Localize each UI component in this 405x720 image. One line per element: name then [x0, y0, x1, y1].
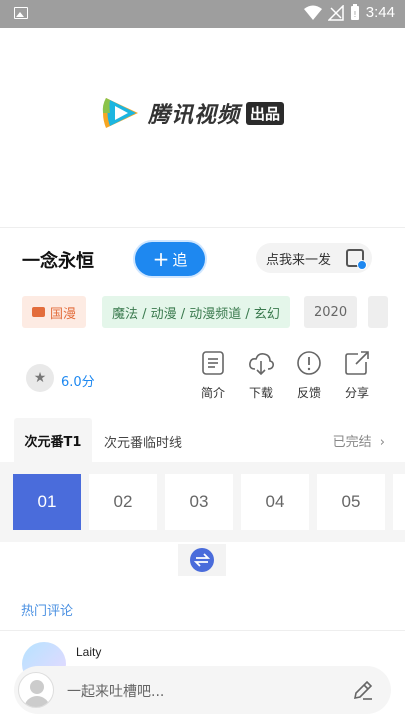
battery-icon: !: [350, 4, 359, 20]
tag-genres-label: 魔法 / 动漫 / 动漫频道 / 玄幻: [112, 306, 280, 322]
tencent-video-logo: 腾讯视频 出品: [100, 95, 285, 131]
comment-prompt-button[interactable]: 点我来一发: [256, 243, 372, 273]
tv-icon: [32, 307, 45, 317]
follow-button[interactable]: + 追: [135, 242, 205, 276]
episode-item[interactable]: 05: [317, 474, 385, 530]
intro-button[interactable]: 简介: [189, 350, 237, 401]
download-icon: [249, 353, 274, 376]
episode-item[interactable]: 02: [89, 474, 157, 530]
episode-item[interactable]: 03: [165, 474, 233, 530]
hot-comments-title: 热门评论: [21, 604, 74, 619]
show-title: 一念永恒: [22, 251, 94, 272]
divider: [0, 630, 405, 631]
source-tabs: 次元番T1 次元番临时线 已完结 ›: [0, 418, 405, 462]
image-notification-icon: [14, 7, 28, 19]
reverse-order-button[interactable]: [178, 544, 226, 576]
feedback-icon: [297, 351, 321, 375]
download-label: 下载: [248, 386, 273, 400]
tag-genres[interactable]: 魔法 / 动漫 / 动漫频道 / 玄幻: [102, 296, 290, 328]
tags-row: 国漫 魔法 / 动漫 / 动漫频道 / 玄幻 2020: [0, 296, 405, 328]
edit-pen-icon[interactable]: [351, 678, 375, 702]
tag-category-label: 国漫: [50, 306, 77, 322]
status-bar: ! 3:44: [0, 0, 405, 28]
share-button[interactable]: 分享: [333, 350, 381, 401]
share-icon: [345, 351, 369, 375]
comment-input-bar[interactable]: 一起来吐槽吧...: [14, 666, 391, 714]
episode-item[interactable]: 04: [241, 474, 309, 530]
tag-year[interactable]: 2020: [304, 296, 358, 328]
episode-item-partial[interactable]: [393, 474, 405, 530]
signal-icon: [327, 4, 344, 21]
episode-item[interactable]: 01: [13, 474, 81, 530]
episode-list: 01 02 03 04 05: [0, 462, 405, 542]
tag-category[interactable]: 国漫: [22, 296, 87, 328]
feedback-button[interactable]: 反馈: [285, 350, 333, 401]
chevron-right-icon: ›: [379, 435, 385, 450]
user-avatar-icon: [18, 672, 54, 708]
follow-label: 追: [172, 250, 188, 269]
plus-icon: +: [152, 247, 170, 271]
tag-year-label: 2020: [314, 304, 348, 320]
tag-more[interactable]: [368, 296, 388, 328]
status-icons: ! 3:44: [303, 4, 395, 21]
rating-actions-row: ★ 6.0分 简介 下载 反馈 分享: [0, 350, 405, 410]
clock: 3:44: [365, 4, 395, 21]
completed-label: 已完结: [332, 435, 372, 450]
tab-source-t1[interactable]: 次元番T1: [14, 418, 92, 462]
tab-source-temp[interactable]: 次元番临时线: [104, 432, 182, 451]
star-icon: ★: [26, 364, 54, 392]
feedback-label: 反馈: [296, 386, 321, 400]
photo-comment-icon: [346, 249, 367, 270]
tencent-video-play-icon: [102, 98, 138, 128]
swap-icon: [190, 548, 214, 572]
video-player[interactable]: 腾讯视频 出品: [0, 28, 405, 228]
comment-input-placeholder[interactable]: 一起来吐槽吧...: [67, 681, 164, 701]
intro-icon: [202, 351, 224, 375]
logo-text: 腾讯视频: [148, 103, 241, 128]
intro-label: 简介: [200, 386, 225, 400]
download-button[interactable]: 下载: [237, 350, 285, 401]
logo-badge: 出品: [246, 101, 285, 125]
svg-text:!: !: [353, 10, 356, 19]
title-row: 一念永恒 + 追 点我来一发: [0, 238, 405, 282]
wifi-icon: [303, 5, 322, 20]
rating-score: 6.0分: [61, 375, 95, 390]
completed-status[interactable]: 已完结 ›: [333, 431, 385, 450]
share-label: 分享: [344, 386, 369, 400]
comment-prompt-label: 点我来一发: [266, 252, 332, 268]
